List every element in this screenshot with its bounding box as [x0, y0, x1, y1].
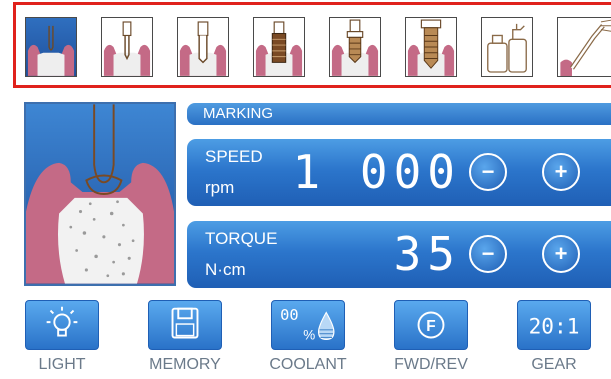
- step-twist-drill[interactable]: [177, 17, 229, 77]
- speed-decrease-button[interactable]: −: [469, 153, 507, 191]
- step-bone-site[interactable]: [25, 17, 77, 77]
- bottles-icon: [487, 23, 527, 73]
- coolant-label: COOLANT: [269, 356, 347, 373]
- speed-panel: SPEED rpm 1 000 − +: [187, 139, 611, 206]
- coolant-display: 00: [280, 306, 299, 324]
- floppy-disk-icon: [171, 307, 199, 339]
- step-thread-tap[interactable]: [253, 17, 305, 77]
- speed-value: 1 000: [292, 145, 461, 199]
- procedure-step-strip: [13, 2, 611, 88]
- fwd-rev-button[interactable]: F: [394, 300, 468, 350]
- bone-site-icon: [27, 25, 75, 76]
- gear-button[interactable]: 20:1: [517, 300, 591, 350]
- memory-button[interactable]: [148, 300, 222, 350]
- procedure-illustration: [24, 102, 176, 286]
- gear-ratio-icon: 20:1: [529, 314, 580, 339]
- gear-display: 20:1: [529, 314, 580, 339]
- speed-increase-button[interactable]: +: [542, 153, 580, 191]
- fwd-rev-label: FWD/REV: [394, 356, 468, 373]
- thread-tap-icon: [255, 21, 303, 76]
- twist-drill-icon: [179, 21, 227, 76]
- implant-in-bone-icon: [407, 19, 455, 76]
- light-label: LIGHT: [38, 356, 86, 373]
- torque-label: TORQUE: [205, 229, 278, 248]
- torque-decrease-button[interactable]: −: [469, 235, 507, 273]
- speed-label: SPEED: [205, 147, 263, 166]
- light-bulb-icon: [46, 306, 78, 337]
- speed-unit: rpm: [205, 178, 235, 197]
- irrigation-icon: [560, 19, 611, 76]
- gear-label: GEAR: [531, 356, 577, 373]
- bone-site-icon: [26, 104, 174, 284]
- pilot-drill-icon: [103, 21, 151, 76]
- forward-icon: F: [417, 311, 445, 339]
- step-bottles[interactable]: [481, 17, 533, 77]
- coolant-unit: %: [303, 327, 315, 342]
- torque-unit: N·cm: [205, 260, 246, 279]
- torque-increase-button[interactable]: +: [542, 235, 580, 273]
- light-button[interactable]: [25, 300, 99, 350]
- coolant-button[interactable]: 00 %: [271, 300, 345, 350]
- torque-value: 35: [393, 227, 461, 281]
- fwd-rev-display: F: [426, 318, 435, 335]
- marking-label: MARKING: [203, 105, 274, 122]
- step-irrigation[interactable]: [557, 17, 611, 77]
- step-implant-in-bone[interactable]: [405, 17, 457, 77]
- step-pilot-drill[interactable]: [101, 17, 153, 77]
- step-implant-placement[interactable]: [329, 17, 381, 77]
- marking-title-bar: MARKING: [187, 103, 611, 125]
- torque-panel: TORQUE N·cm 35 − +: [187, 221, 611, 288]
- implant-placement-icon: [331, 19, 379, 76]
- coolant-drop-icon: 00 %: [280, 306, 335, 342]
- memory-label: MEMORY: [149, 356, 221, 373]
